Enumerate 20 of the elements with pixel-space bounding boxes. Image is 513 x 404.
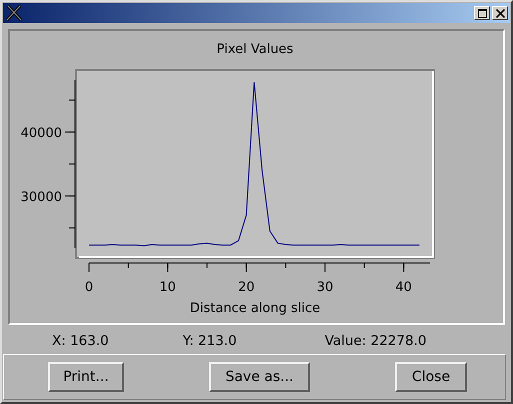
chart-title: Pixel Values <box>216 42 294 57</box>
x-tick-label: 20 <box>238 280 255 295</box>
maximize-button[interactable] <box>474 6 490 20</box>
y-tick-label: 40000 <box>20 126 62 142</box>
status-readout: Y: 213.0 <box>182 332 237 348</box>
x-tick-label: 10 <box>159 280 176 295</box>
x-logo-icon <box>6 5 22 21</box>
x-tick-label: 0 <box>84 280 94 295</box>
y-tick-label: 30000 <box>20 190 62 205</box>
close-icon <box>496 8 504 18</box>
maximize-icon <box>478 8 486 18</box>
x-tick-label: 30 <box>316 280 334 295</box>
status-readout: Value: 22278.0 <box>324 332 426 348</box>
status-readout: X: 163.0 <box>52 332 109 348</box>
dialog-button[interactable]: Save as... <box>209 362 310 392</box>
x-axis-label: Distance along slice <box>190 301 320 316</box>
close-button[interactable] <box>492 6 508 20</box>
dialog-button[interactable]: Close <box>395 362 467 392</box>
dialog-button[interactable]: Print... <box>48 362 124 392</box>
x-tick-label: 40 <box>395 280 412 295</box>
